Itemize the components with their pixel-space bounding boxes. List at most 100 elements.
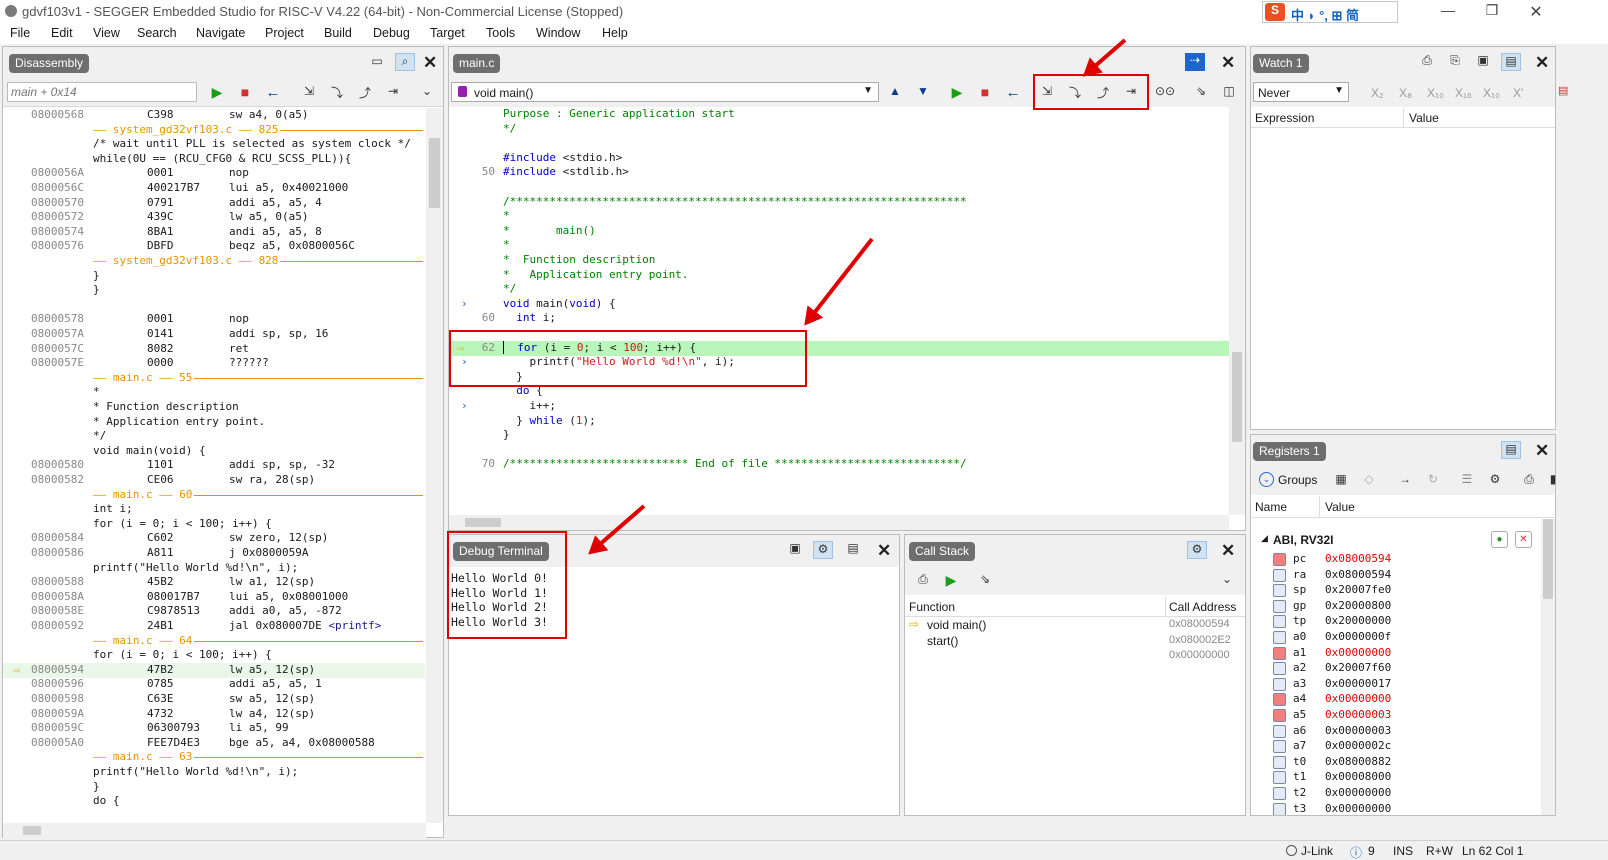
- breakpoint-toggle-icon[interactable]: ◫: [1219, 84, 1239, 102]
- register-row[interactable]: a5 0x00000003: [1251, 708, 1541, 723]
- location-input[interactable]: [7, 82, 197, 102]
- navigate-icon[interactable]: ⇢: [1185, 53, 1205, 71]
- terminal-tool-icon-1[interactable]: ▣: [785, 541, 805, 559]
- register-row[interactable]: a3 0x00000017: [1251, 677, 1541, 692]
- ime-toolbar[interactable]: S 中 ◗ °, ⊞ 简: [1262, 1, 1398, 23]
- editor-line[interactable]: 70 /*************************** End of fi…: [449, 457, 1229, 472]
- format-char-icon[interactable]: X': [1513, 86, 1523, 100]
- disasm-line[interactable]: 08000592 24B1 jal 0x080007DE <printf>: [3, 619, 425, 634]
- main-c-tab[interactable]: main.c: [453, 54, 501, 73]
- disasm-line[interactable]: 08000576 DBFD beqz a5, 0x0800056C: [3, 239, 425, 254]
- disasm-line[interactable]: }: [3, 283, 425, 298]
- watch-tool-icon-3[interactable]: ▣: [1473, 53, 1493, 71]
- editor-line[interactable]: }: [449, 428, 1229, 443]
- callstack-settings-icon[interactable]: ⚙: [1187, 541, 1207, 559]
- step-out-icon[interactable]: ⤴: [355, 84, 375, 102]
- disasm-line[interactable]: 08000574 8BA1 andi a5, a5, 8: [3, 225, 425, 240]
- disasm-line[interactable]: 0800058E C9878513 addi a0, a5, -872: [3, 604, 425, 619]
- close-window-button[interactable]: ✕: [1516, 2, 1556, 22]
- editor-line[interactable]: *: [449, 209, 1229, 224]
- disasm-line[interactable]: 0800059C 06300793 li a5, 99: [3, 721, 425, 736]
- disassembly-hscrollbar[interactable]: [3, 823, 426, 838]
- register-row[interactable]: a1 0x00000000: [1251, 646, 1541, 661]
- disasm-line[interactable]: 08000588 45B2 lw a1, 12(sp): [3, 575, 425, 590]
- disasm-line[interactable]: [3, 298, 425, 313]
- register-row[interactable]: a6 0x00000003: [1251, 724, 1541, 739]
- register-row[interactable]: tp 0x20000000: [1251, 614, 1541, 629]
- editor-hscrollbar[interactable]: [449, 515, 1229, 530]
- editor-line[interactable]: #include <stdio.h>: [449, 151, 1229, 166]
- format-octal-icon[interactable]: X₈: [1399, 86, 1412, 100]
- function-column[interactable]: Function: [909, 600, 955, 614]
- disasm-line[interactable]: —— main.c —— 60: [3, 488, 425, 503]
- register-row[interactable]: a4 0x00000000: [1251, 692, 1541, 707]
- disasm-line[interactable]: 08000570 0791 addi a5, a5, 4: [3, 196, 425, 211]
- code-editor[interactable]: Purpose : Generic application start */#in…: [449, 107, 1229, 515]
- name-column[interactable]: Name: [1255, 500, 1287, 514]
- chip-icon[interactable]: ▦: [1331, 472, 1351, 490]
- run-icon[interactable]: ▶: [947, 84, 967, 102]
- disasm-line[interactable]: for (i = 0; i < 100; i++) {: [3, 517, 425, 532]
- registers-vscrollbar[interactable]: [1541, 519, 1555, 815]
- register-row[interactable]: a2 0x20007f60: [1251, 661, 1541, 676]
- call-address-column[interactable]: Call Address: [1169, 600, 1236, 614]
- disasm-line[interactable]: 08000598 C63E sw a5, 12(sp): [3, 692, 425, 707]
- register-row[interactable]: a7 0x0000002c: [1251, 739, 1541, 754]
- editor-line[interactable]: * main(): [449, 224, 1229, 239]
- close-watch-button[interactable]: ✕: [1535, 53, 1549, 73]
- disasm-line[interactable]: 0800056A 0001 nop: [3, 166, 425, 181]
- stop-icon[interactable]: ■: [975, 84, 995, 102]
- editor-line[interactable]: [449, 136, 1229, 151]
- groups-label[interactable]: Groups: [1278, 473, 1317, 487]
- disasm-line[interactable]: while(0U == (RCU_CFG0 & RCU_SCSS_PLL)){: [3, 152, 425, 167]
- disasm-line[interactable]: 08000584 C602 sw zero, 12(sp): [3, 531, 425, 546]
- pin-icon[interactable]: ●: [1491, 531, 1508, 548]
- watch-tool-icon-4[interactable]: ▤: [1501, 53, 1521, 71]
- disassembly-vscrollbar[interactable]: [426, 108, 443, 823]
- disasm-line[interactable]: 08000586 A811 j 0x0800059A: [3, 546, 425, 561]
- disasm-line[interactable]: 0800056C 400217B7 lui a5, 0x40021000: [3, 181, 425, 196]
- disasm-line[interactable]: 0800057A 0141 addi sp, sp, 16: [3, 327, 425, 342]
- stop-icon[interactable]: ■: [235, 84, 255, 102]
- disasm-line[interactable]: ⇨ 08000594 47B2 lw a5, 12(sp): [3, 662, 425, 678]
- editor-line[interactable]: › void main(void) {: [449, 297, 1229, 312]
- editor-line[interactable]: 60 int i;: [449, 311, 1229, 326]
- disasm-line[interactable]: 08000578 0001 nop: [3, 312, 425, 327]
- disasm-line[interactable]: —— system_gd32vf103.c —— 828: [3, 254, 425, 269]
- next-function-icon[interactable]: ▼: [913, 84, 933, 102]
- editor-line[interactable]: › i++;: [449, 399, 1229, 414]
- goto-icon[interactable]: ⇘: [975, 572, 995, 590]
- disasm-line[interactable]: —— main.c —— 63: [3, 750, 425, 765]
- watch-tool-icon-2[interactable]: ⎘: [1445, 53, 1465, 71]
- register-row[interactable]: t0 0x08000882: [1251, 755, 1541, 770]
- value-column[interactable]: Value: [1325, 500, 1355, 514]
- register-row[interactable]: pc 0x08000594: [1251, 552, 1541, 567]
- menu-search[interactable]: Search: [137, 26, 177, 40]
- editor-vscrollbar[interactable]: [1229, 107, 1245, 515]
- register-group-row[interactable]: ◢ ABI, RV32I ● ✕: [1251, 529, 1541, 551]
- disasm-line[interactable]: *: [3, 385, 425, 400]
- refresh-icon[interactable]: ↻: [1423, 472, 1443, 490]
- expression-column[interactable]: Expression: [1255, 111, 1314, 125]
- close-callstack-button[interactable]: ✕: [1221, 541, 1235, 561]
- side-toolbar-icon[interactable]: ▤: [1558, 84, 1568, 97]
- menu-window[interactable]: Window: [536, 26, 580, 40]
- callstack-row[interactable]: start() 0x080002E2: [905, 633, 1245, 648]
- menu-edit[interactable]: Edit: [51, 26, 73, 40]
- terminal-settings-icon[interactable]: ⚙: [813, 541, 833, 559]
- editor-line[interactable]: } while (1);: [449, 414, 1229, 429]
- menu-navigate[interactable]: Navigate: [196, 26, 245, 40]
- disassembly-tab[interactable]: Disassembly: [9, 54, 90, 73]
- register-list[interactable]: pc 0x08000594 ra 0x08000594 sp 0x20007fe0 gp 0x…: [1251, 552, 1541, 815]
- menu-tools[interactable]: Tools: [486, 26, 515, 40]
- step-into-icon[interactable]: ⇲: [299, 84, 319, 102]
- step-over-icon[interactable]: ⤵: [327, 84, 347, 102]
- register-row[interactable]: a0 0x0000000f: [1251, 630, 1541, 645]
- terminal-tool-icon-3[interactable]: ▤: [843, 541, 863, 559]
- window-layout-icon[interactable]: ▭: [367, 54, 387, 72]
- export-icon[interactable]: ⎙: [1519, 472, 1539, 490]
- show-next-statement-icon[interactable]: ←: [263, 84, 283, 102]
- run-icon[interactable]: ▶: [207, 84, 227, 102]
- menu-debug[interactable]: Debug: [373, 26, 410, 40]
- insert-mode[interactable]: INS: [1393, 844, 1413, 858]
